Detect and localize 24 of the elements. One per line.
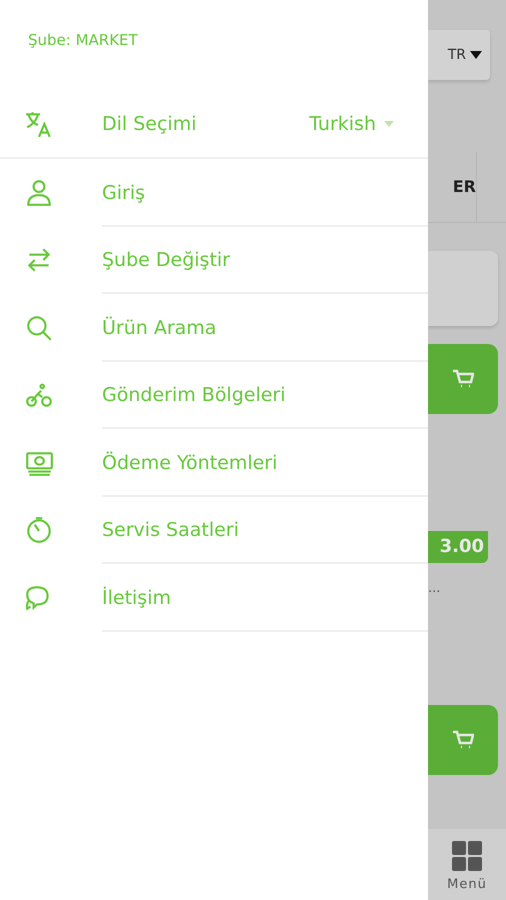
caret-icon — [384, 121, 394, 127]
branch-label: Şube: MARKET — [27, 30, 139, 51]
user-icon — [24, 178, 54, 208]
menu-item[interactable]: Servis Saatleri — [0, 496, 428, 564]
menu-item[interactable]: Ödeme Yöntemleri — [0, 429, 428, 496]
cart-icon — [452, 369, 474, 389]
grid-icon — [452, 841, 482, 871]
product-name: ... — [428, 581, 442, 598]
stopwatch-icon — [24, 515, 54, 546]
language-dropdown[interactable]: Turkish — [309, 113, 394, 135]
cart-button[interactable] — [428, 344, 498, 414]
language-label: Dil Seçimi — [102, 113, 196, 135]
language-button[interactable]: TR — [428, 30, 490, 80]
menu-item[interactable]: Ürün Arama — [0, 294, 428, 362]
menu-item[interactable]: Gönderim Bölgeleri — [0, 362, 428, 429]
category-tab[interactable]: ER — [428, 152, 477, 222]
menu-item[interactable]: Şube Değiştir — [0, 226, 428, 294]
caret-icon — [470, 51, 482, 59]
price-tag: 3.00 — [428, 531, 488, 563]
menu-item[interactable]: Giriş — [0, 159, 428, 226]
menu-nav-button[interactable]: Menü — [428, 829, 506, 900]
menu-item[interactable]: İletişim — [0, 564, 428, 632]
cart-icon — [452, 730, 474, 750]
cart-button[interactable] — [428, 705, 498, 775]
